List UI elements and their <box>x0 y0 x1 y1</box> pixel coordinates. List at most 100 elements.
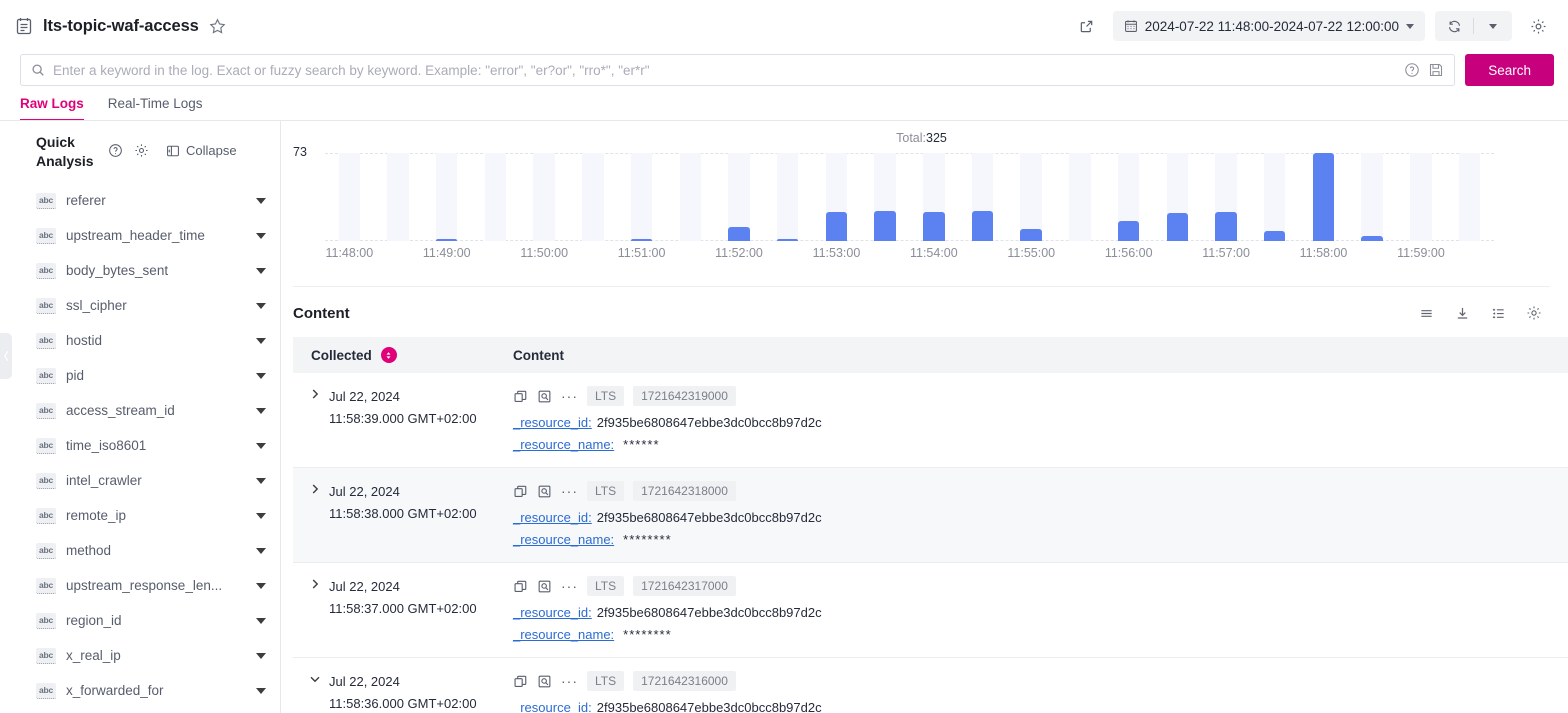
chart-bar[interactable] <box>1118 221 1139 241</box>
chevron-down-icon[interactable] <box>256 303 266 309</box>
chart-bar[interactable] <box>1215 212 1236 241</box>
help-circle-icon[interactable] <box>108 143 123 158</box>
sidebar-field-time_iso8601[interactable]: abctime_iso8601 <box>0 428 280 463</box>
log-field-key[interactable]: _resource_name: <box>513 627 614 642</box>
star-icon[interactable] <box>209 18 226 35</box>
tab-real-time-logs[interactable]: Real-Time Logs <box>108 96 203 121</box>
refresh-interval-dropdown-icon[interactable] <box>1474 11 1512 41</box>
chart-slot[interactable] <box>861 153 910 241</box>
chart-bar[interactable] <box>923 212 944 241</box>
sidebar-field-remote_ip[interactable]: abcremote_ip <box>0 498 280 533</box>
chart-slot[interactable] <box>715 153 764 241</box>
chevron-down-icon[interactable] <box>256 443 266 449</box>
table-row[interactable]: Jul 22, 202411:58:36.000 GMT+02:00···LTS… <box>293 658 1568 713</box>
chart-bar[interactable] <box>1020 229 1041 241</box>
external-link-icon[interactable] <box>1071 11 1103 41</box>
chevron-down-icon[interactable] <box>256 688 266 694</box>
chart-slot[interactable] <box>1445 153 1494 241</box>
chart-slot[interactable] <box>374 153 423 241</box>
copy-icon[interactable] <box>513 484 528 499</box>
chevron-down-icon[interactable] <box>256 408 266 414</box>
copy-icon[interactable] <box>513 674 528 689</box>
chevron-down-icon[interactable] <box>256 338 266 344</box>
chart-slot[interactable] <box>422 153 471 241</box>
log-field-key[interactable]: _resource_id: <box>513 510 592 525</box>
log-field-key[interactable]: _resource_id: <box>513 605 592 620</box>
chevron-down-icon[interactable] <box>256 548 266 554</box>
ellipsis-icon[interactable]: ··· <box>561 486 578 496</box>
chart-slot[interactable] <box>1056 153 1105 241</box>
chart-slot[interactable] <box>569 153 618 241</box>
sidebar-field-ssl_cipher[interactable]: abcssl_cipher <box>0 288 280 323</box>
sidebar-field-method[interactable]: abcmethod <box>0 533 280 568</box>
time-range-picker[interactable]: 2024-07-22 11:48:00-2024-07-22 12:00:00 <box>1113 11 1425 41</box>
copy-icon[interactable] <box>513 579 528 594</box>
help-circle-icon[interactable] <box>1404 62 1420 78</box>
log-field-key[interactable]: _resource_id: <box>513 415 592 430</box>
chart-slot[interactable] <box>1299 153 1348 241</box>
sidebar-field-referer[interactable]: abcreferer <box>0 183 280 218</box>
settings-gear-icon[interactable] <box>1522 11 1554 41</box>
ellipsis-icon[interactable]: ··· <box>561 676 578 686</box>
sidebar-field-upstream_header_time[interactable]: abcupstream_header_time <box>0 218 280 253</box>
chevron-down-icon[interactable] <box>256 583 266 589</box>
search-document-icon[interactable] <box>537 674 552 689</box>
sidebar-field-intel_crawler[interactable]: abcintel_crawler <box>0 463 280 498</box>
search-document-icon[interactable] <box>537 389 552 404</box>
sidebar-field-x_forwarded_for[interactable]: abcx_forwarded_for <box>0 673 280 708</box>
chart-bar[interactable] <box>972 211 993 241</box>
search-button[interactable]: Search <box>1465 54 1554 86</box>
tab-raw-logs[interactable]: Raw Logs <box>20 96 84 121</box>
chart-slot[interactable] <box>909 153 958 241</box>
table-row[interactable]: Jul 22, 202411:58:38.000 GMT+02:00···LTS… <box>293 468 1568 563</box>
chart-slot[interactable] <box>1007 153 1056 241</box>
chevron-down-icon[interactable] <box>256 373 266 379</box>
ellipsis-icon[interactable]: ··· <box>561 581 578 591</box>
chart-bar[interactable] <box>728 227 749 241</box>
chevron-down-icon[interactable] <box>256 268 266 274</box>
chart-slot[interactable] <box>666 153 715 241</box>
log-field-key[interactable]: _resource_id: <box>513 700 592 713</box>
chevron-right-icon[interactable] <box>309 483 321 551</box>
chart-slot[interactable] <box>1104 153 1153 241</box>
chevron-down-icon[interactable] <box>256 513 266 519</box>
chevron-right-icon[interactable] <box>309 388 321 456</box>
chart-slot[interactable] <box>617 153 666 241</box>
sidebar-field-region_id[interactable]: abcregion_id <box>0 603 280 638</box>
log-field-key[interactable]: _resource_name: <box>513 532 614 547</box>
copy-icon[interactable] <box>513 389 528 404</box>
sidebar-field-x_real_ip[interactable]: abcx_real_ip <box>0 638 280 673</box>
chart-slot[interactable] <box>471 153 520 241</box>
search-input[interactable] <box>53 63 1396 78</box>
sidebar-field-pid[interactable]: abcpid <box>0 358 280 393</box>
search-document-icon[interactable] <box>537 579 552 594</box>
chevron-down-icon[interactable] <box>256 653 266 659</box>
sidebar-field-hostid[interactable]: abchostid <box>0 323 280 358</box>
table-row[interactable]: Jul 22, 202411:58:37.000 GMT+02:00···LTS… <box>293 563 1568 658</box>
chevron-down-icon[interactable] <box>256 233 266 239</box>
list-settings-icon[interactable] <box>1484 300 1512 326</box>
chevron-down-icon[interactable] <box>256 198 266 204</box>
gear-icon[interactable] <box>1520 300 1548 326</box>
chevron-down-icon[interactable] <box>256 478 266 484</box>
chart-slot[interactable] <box>1396 153 1445 241</box>
chevron-down-icon[interactable] <box>256 618 266 624</box>
log-field-key[interactable]: _resource_name: <box>513 437 614 452</box>
chart-slot[interactable] <box>1202 153 1251 241</box>
download-icon[interactable] <box>1448 300 1476 326</box>
table-row[interactable]: Jul 22, 202411:58:39.000 GMT+02:00···LTS… <box>293 373 1568 468</box>
chart-bar[interactable] <box>826 212 847 241</box>
chart-bar[interactable] <box>1167 213 1188 241</box>
sidebar-collapse-button[interactable]: Collapse <box>166 143 237 158</box>
chart-slot[interactable] <box>763 153 812 241</box>
chart-bar[interactable] <box>874 211 895 241</box>
gear-icon[interactable] <box>134 143 149 158</box>
ellipsis-icon[interactable]: ··· <box>561 391 578 401</box>
save-icon[interactable] <box>1428 62 1444 78</box>
list-lines-icon[interactable] <box>1412 300 1440 326</box>
refresh-icon[interactable] <box>1435 11 1473 41</box>
chart-slot[interactable] <box>1153 153 1202 241</box>
chevron-down-icon[interactable] <box>309 673 321 713</box>
chart-slot[interactable] <box>1250 153 1299 241</box>
sort-updown-icon[interactable] <box>381 347 397 363</box>
